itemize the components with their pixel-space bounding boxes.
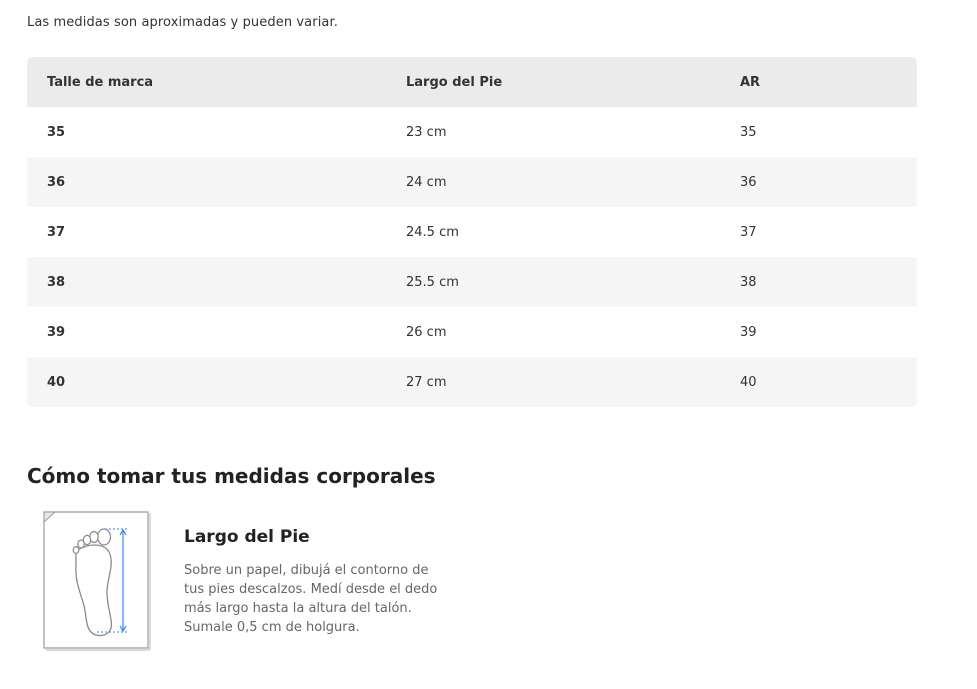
table-row: 39 26 cm 39 xyxy=(27,307,917,357)
ar-size-cell: 39 xyxy=(740,324,757,340)
measure-section-title: Cómo tomar tus medidas corporales xyxy=(27,464,436,488)
disclaimer-text: Las medidas son aproximadas y pueden var… xyxy=(27,15,338,30)
foot-length-title: Largo del Pie xyxy=(184,527,310,547)
ar-size-cell: 40 xyxy=(740,374,757,390)
brand-size-cell: 37 xyxy=(47,224,66,240)
brand-size-cell: 35 xyxy=(47,124,66,140)
foot-length-cell: 24.5 cm xyxy=(406,224,459,240)
header-cell-ar: AR xyxy=(740,74,761,90)
table-header-row: Talle de marca Largo del Pie AR xyxy=(27,57,917,107)
foot-measure-icon xyxy=(41,508,153,652)
foot-length-cell: 25.5 cm xyxy=(406,274,459,290)
foot-length-cell: 23 cm xyxy=(406,124,447,140)
brand-size-cell: 40 xyxy=(47,374,66,390)
brand-size-cell: 38 xyxy=(47,274,66,290)
brand-size-cell: 36 xyxy=(47,174,66,190)
table-row: 40 27 cm 40 xyxy=(27,357,917,407)
ar-size-cell: 35 xyxy=(740,124,757,140)
foot-length-cell: 26 cm xyxy=(406,324,447,340)
header-cell-brand-size: Talle de marca xyxy=(47,74,154,90)
table-row: 38 25.5 cm 38 xyxy=(27,257,917,307)
table-row: 36 24 cm 36 xyxy=(27,157,917,207)
foot-length-cell: 27 cm xyxy=(406,374,447,390)
size-table: Talle de marca Largo del Pie AR 35 23 cm… xyxy=(27,57,917,407)
header-cell-foot-length: Largo del Pie xyxy=(406,74,503,90)
table-row: 35 23 cm 35 xyxy=(27,107,917,157)
ar-size-cell: 38 xyxy=(740,274,757,290)
table-row: 37 24.5 cm 37 xyxy=(27,207,917,257)
ar-size-cell: 36 xyxy=(740,174,757,190)
foot-length-description: Sobre un papel, dibujá el contorno de tu… xyxy=(184,563,438,635)
foot-length-cell: 24 cm xyxy=(406,174,447,190)
brand-size-cell: 39 xyxy=(47,324,66,340)
ar-size-cell: 37 xyxy=(740,224,757,240)
